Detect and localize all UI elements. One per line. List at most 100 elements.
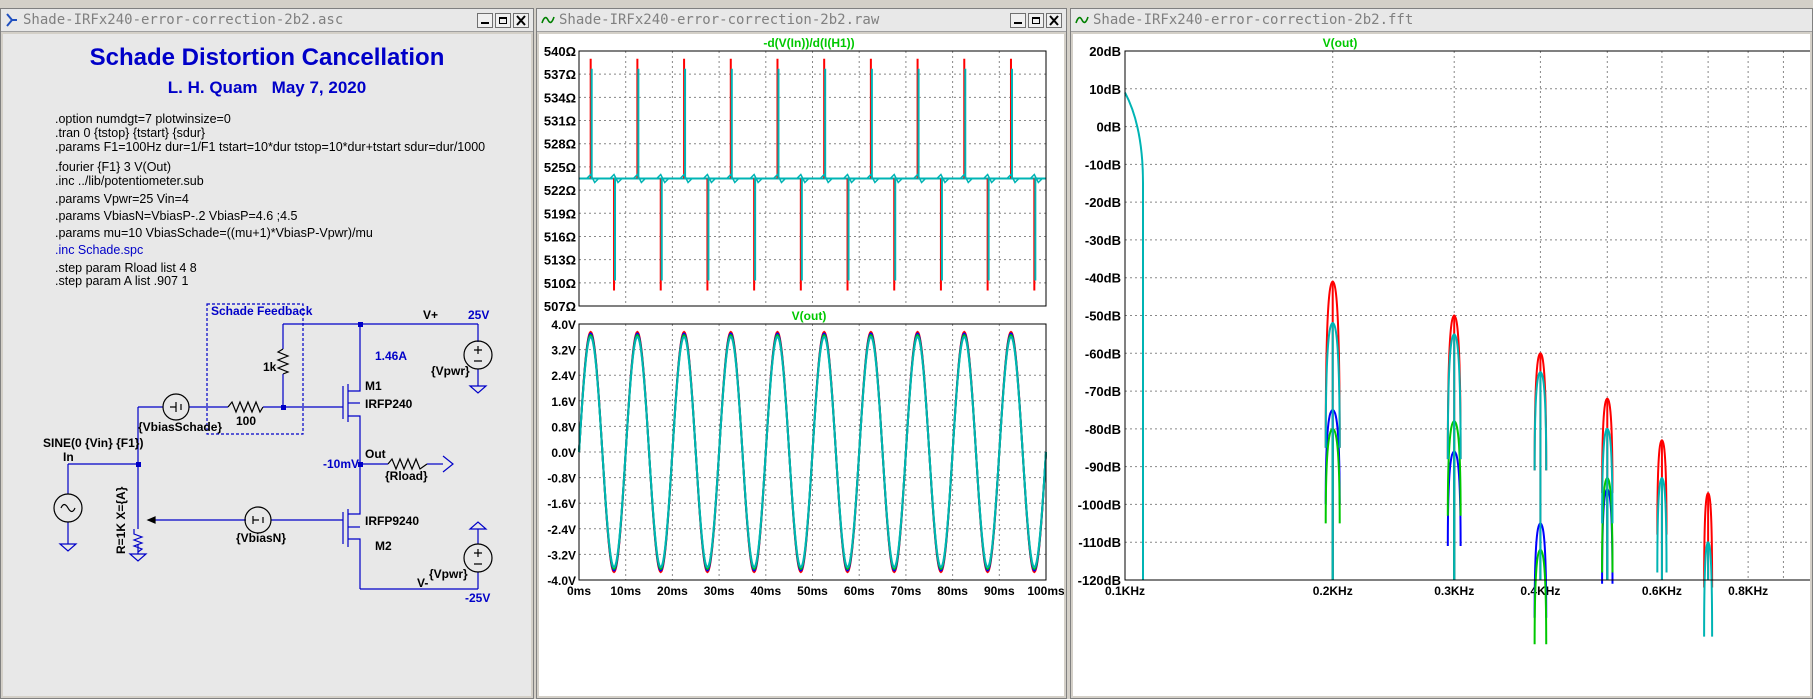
bottom-y-tick: 0.8V [551, 420, 576, 434]
fft-trace-label[interactable]: V(out) [1323, 36, 1358, 50]
fft-plot-area[interactable]: V(out) 20dB 10dB 0dB -10dB -20dB -30dB -40dB -5… [1073, 34, 1810, 696]
label-rload: {Rload} [385, 469, 428, 483]
minimize-button[interactable] [1010, 12, 1026, 28]
raw-window-title: Shade-IRFx240-error-correction-2b2.raw [559, 12, 880, 28]
schematic-app-icon [5, 13, 19, 27]
label-vminus: V- [417, 576, 428, 590]
top-y-tick: 537Ω [544, 67, 576, 82]
bottom-x-tick: 0ms [567, 584, 591, 598]
fft-traces [1124, 92, 1714, 645]
top-y-tick: 531Ω [544, 114, 576, 129]
bottom-y-tick: 2.4V [551, 369, 576, 383]
bottom-y-tick: 1.6V [551, 395, 576, 409]
top-y-tick: 507Ω [544, 299, 576, 314]
schematic-window-title: Shade-IRFx240-error-correction-2b2.asc [23, 12, 344, 28]
label-in: In [63, 450, 74, 464]
label-irfp9240: IRFP9240 [365, 514, 419, 528]
bottom-x-tick: 50ms [797, 584, 828, 598]
fft-y-tick: -50dB [1085, 309, 1121, 324]
bottom-x-tick: 60ms [844, 584, 875, 598]
fft-fundamental [1124, 92, 1144, 580]
label-m25v: -25V [465, 591, 490, 605]
fft-x-tick: 0.2KHz [1313, 584, 1353, 598]
bottom-x-tick: 100ms [1027, 584, 1064, 598]
bottom-y-tick: 0.0V [551, 446, 576, 460]
label-m2: M2 [375, 539, 392, 553]
fft-y-tick: 0dB [1096, 120, 1121, 135]
label-feedback: Schade Feedback [211, 304, 313, 318]
top-plot-traces [579, 58, 1046, 291]
top-y-tick: 528Ω [544, 137, 576, 152]
fft-x-tick: 0.3KHz [1434, 584, 1474, 598]
label-minus10mv: -10mV [323, 457, 359, 471]
top-y-tick: 540Ω [544, 44, 576, 59]
bottom-x-tick: 20ms [657, 584, 688, 598]
fft-y-tick: 20dB [1089, 44, 1121, 59]
bottom-y-tick: 3.2V [551, 344, 576, 358]
label-m1: M1 [365, 379, 382, 393]
fft-y-tick: -30dB [1085, 233, 1121, 248]
bottom-x-tick: 80ms [937, 584, 968, 598]
label-irfp240: IRFP240 [365, 397, 413, 411]
top-y-tick: 510Ω [544, 276, 576, 291]
top-y-tick: 534Ω [544, 90, 576, 105]
raw-window[interactable]: Shade-IRFx240-error-correction-2b2.raw -… [536, 8, 1067, 699]
bottom-trace-3 [578, 335, 1047, 569]
raw-plot-area[interactable]: -d(V(In))/d(I(H1)) V(out) 540Ω 537Ω 534Ω 53… [539, 34, 1064, 696]
bottom-x-tick: 70ms [891, 584, 922, 598]
close-button[interactable] [513, 12, 529, 28]
label-r1k: 1k [263, 360, 277, 374]
fft-x-tick: 0.4KHz [1520, 584, 1560, 598]
schematic-window[interactable]: Shade-IRFx240-error-correction-2b2.asc S… [0, 8, 534, 699]
top-strip [0, 0, 1813, 8]
fft-y-tick: -60dB [1085, 346, 1121, 361]
bottom-x-tick: 10ms [610, 584, 641, 598]
label-25v: 25V [468, 308, 489, 322]
fft-y-tick: -70dB [1085, 384, 1121, 399]
schematic-canvas[interactable]: Schade Distortion Cancellation L. H. Qua… [3, 34, 531, 696]
maximize-button[interactable] [1028, 12, 1044, 28]
top-trace-label[interactable]: -d(V(In))/d(I(H1)) [763, 36, 854, 50]
fft-window[interactable]: Shade-IRFx240-error-correction-2b2.fft V… [1070, 8, 1813, 699]
fft-plot-svg[interactable]: V(out) 20dB 10dB 0dB -10dB -20dB -30dB -40dB -5… [1073, 34, 1810, 696]
raw-titlebar[interactable]: Shade-IRFx240-error-correction-2b2.raw [537, 9, 1066, 32]
bottom-x-tick: 30ms [704, 584, 735, 598]
fft-y-tick: -20dB [1085, 195, 1121, 210]
circuit-diagram[interactable]: Schade Feedback 1.46A -10mV 25V -25V V+ … [3, 34, 531, 696]
fft-y-tick: 10dB [1089, 82, 1121, 97]
bottom-y-tick: -0.8V [547, 472, 576, 486]
fft-x-tick: 0.6KHz [1642, 584, 1682, 598]
fft-titlebar[interactable]: Shade-IRFx240-error-correction-2b2.fft [1071, 9, 1812, 32]
schematic-titlebar[interactable]: Shade-IRFx240-error-correction-2b2.asc [1, 9, 533, 32]
top-y-tick: 513Ω [544, 253, 576, 268]
bottom-y-tick: 4.0V [551, 318, 576, 332]
fft-y-tick: -110dB [1078, 535, 1121, 550]
waveform-app-icon [541, 13, 555, 27]
fft-y-tick: -10dB [1085, 157, 1121, 172]
minimize-button[interactable] [477, 12, 493, 28]
label-vbias-schade: {VbiasSchade} [138, 420, 222, 434]
bottom-y-tick: -1.6V [547, 497, 576, 511]
fft-y-tick: -100dB [1078, 497, 1121, 512]
top-y-tick: 525Ω [544, 160, 576, 175]
fft-x-tick: 0.8KHz [1728, 584, 1768, 598]
label-out: Out [365, 447, 386, 461]
label-vbias-n: {VbiasN} [236, 531, 286, 545]
label-sine: SINE(0 {Vin} {F1}) [43, 436, 143, 450]
fft-grid: 20dB 10dB 0dB -10dB -20dB -30dB -40dB -50dB -60d… [1078, 44, 1810, 598]
fft-y-tick: -80dB [1085, 422, 1121, 437]
label-vpwr-bot: {Vpwr} [429, 567, 468, 581]
bottom-trace-label[interactable]: V(out) [792, 309, 827, 323]
close-button[interactable] [1046, 12, 1062, 28]
fft-x-tick: 0.1KHz [1105, 584, 1145, 598]
label-pot: R=1K X={A} [114, 486, 128, 554]
label-vpwr-top: {Vpwr} [431, 364, 470, 378]
raw-plots-svg[interactable]: -d(V(In))/d(I(H1)) V(out) 540Ω 537Ω 534Ω 53… [539, 34, 1064, 696]
label-current: 1.46A [375, 349, 407, 363]
bottom-x-tick: 40ms [750, 584, 781, 598]
top-y-tick: 519Ω [544, 206, 576, 221]
maximize-button[interactable] [495, 12, 511, 28]
fft-y-tick: -90dB [1085, 460, 1121, 475]
label-r100: 100 [236, 414, 256, 428]
waveform-app-icon [1075, 13, 1089, 27]
